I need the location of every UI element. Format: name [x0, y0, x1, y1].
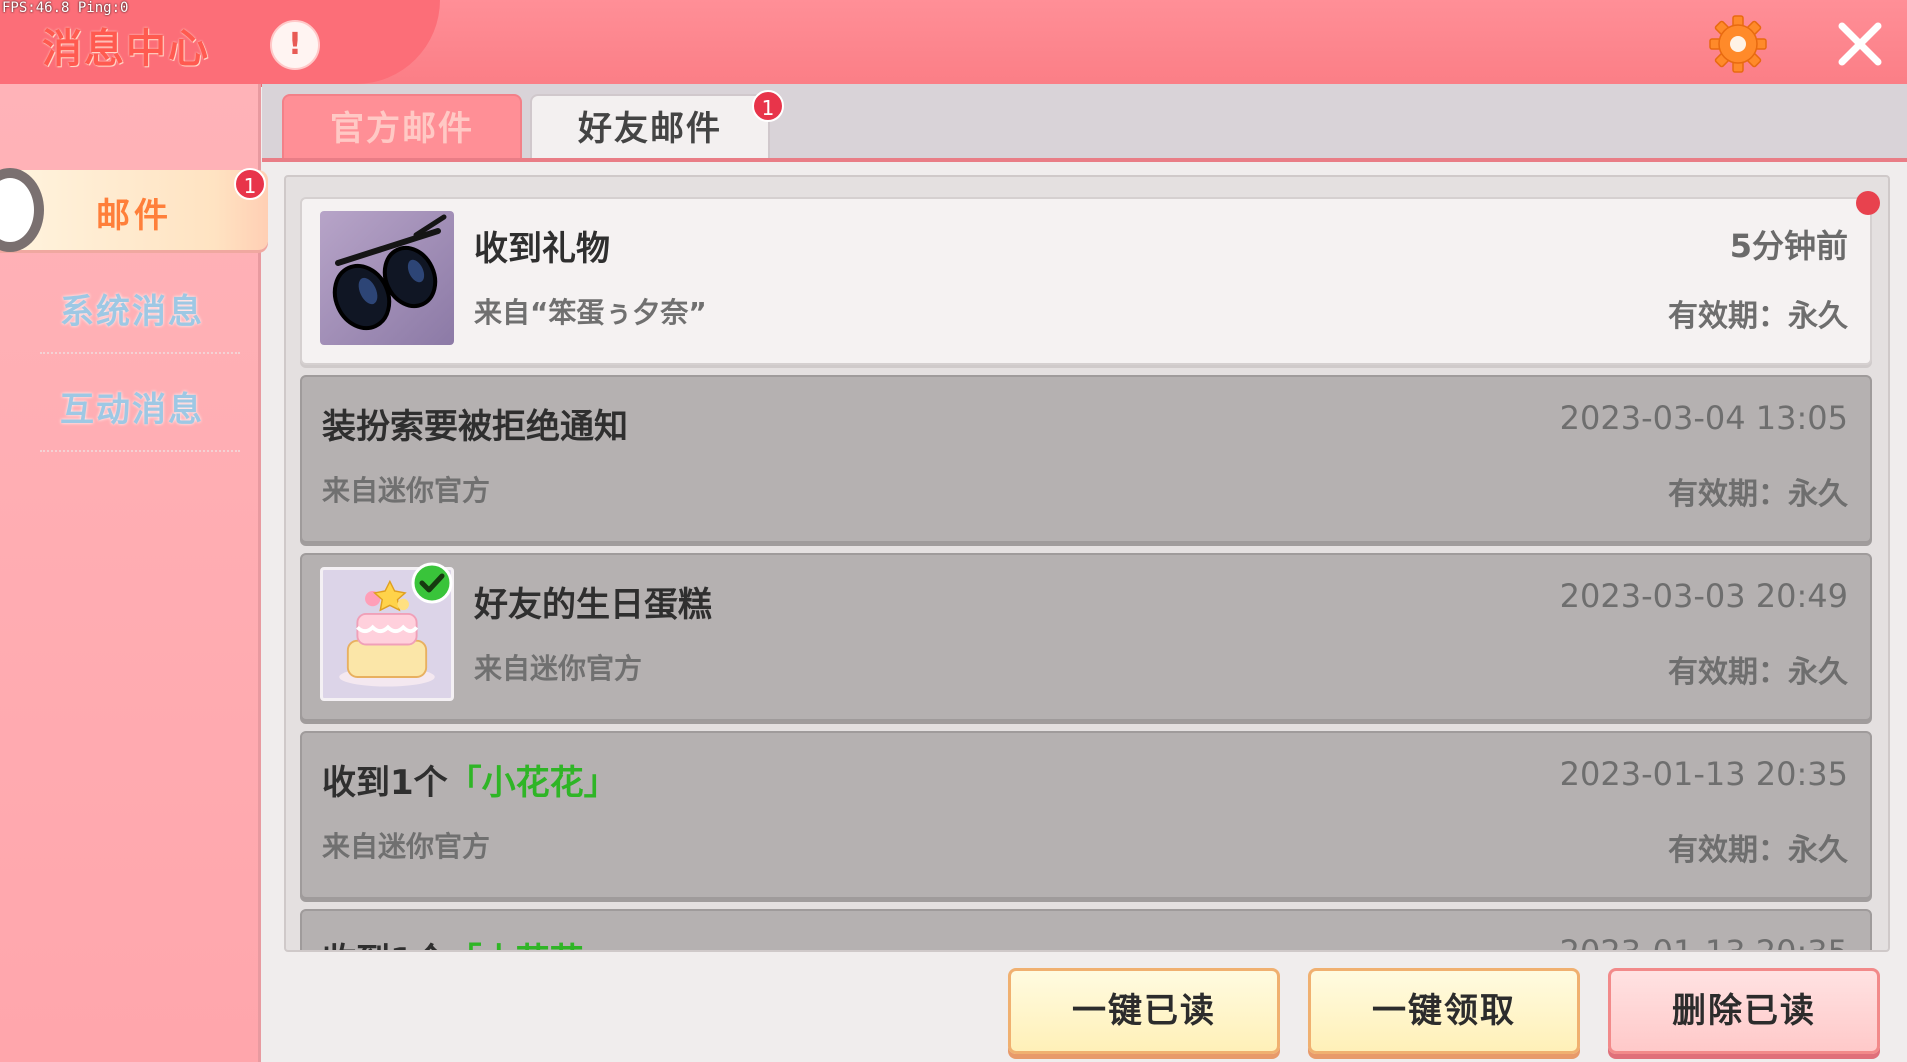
mail-item[interactable]: 收到礼物 来自“笨蛋ぅ夕奈” 5分钟前 有效期：永久 [300, 197, 1872, 365]
sidebar-divider [40, 352, 240, 354]
mail-title: 收到1个「小花花」 [322, 933, 618, 950]
mail-item[interactable]: 好友的生日蛋糕 来自迷你官方 2023-03-03 20:49 有效期：永久 [300, 553, 1872, 721]
mail-time: 2023-01-13 20:35 [1559, 933, 1848, 952]
mail-validity: 有效期：永久 [1668, 477, 1848, 512]
mail-sender: 来自迷你官方 [322, 830, 491, 863]
fps-readout: FPS:46.8 Ping:0 [2, 0, 129, 16]
unread-dot [1856, 191, 1880, 215]
sidebar: 邮件 1 系统消息 互动消息 [0, 84, 268, 1062]
claimed-check-icon [411, 562, 453, 604]
mail-time: 5分钟前 [1729, 227, 1848, 265]
tab-unread-badge: 1 [752, 90, 784, 122]
mail-title-prefix: 收到1个 [322, 941, 448, 950]
sidebar-item-label: 邮件 [96, 196, 172, 236]
mail-validity: 有效期：永久 [1668, 655, 1848, 690]
sunglasses-icon [332, 214, 447, 331]
sidebar-divider [40, 450, 240, 452]
mail-sender: 来自迷你官方 [322, 474, 491, 507]
mail-title-item: 「小花花」 [448, 941, 618, 950]
header-bar: 消息中心 ! [0, 0, 1907, 87]
mail-time: 2023-03-03 20:49 [1559, 577, 1848, 615]
info-icon[interactable]: ! [270, 20, 320, 70]
mail-title: 收到1个「小花花」 [322, 755, 618, 804]
tab-underline [262, 158, 1907, 162]
mail-title: 好友的生日蛋糕 [474, 585, 712, 625]
mail-validity: 有效期：永久 [1668, 833, 1848, 868]
mail-item[interactable]: 收到1个「小花花」 2023-01-13 20:35 [300, 909, 1872, 952]
delete-read-button[interactable]: 删除已读 [1608, 968, 1880, 1054]
mail-sender: 来自“笨蛋ぅ夕奈” [474, 296, 707, 329]
sidebar-unread-badge: 1 [234, 168, 266, 200]
tab-bar: 官方邮件 好友邮件 1 [262, 84, 1907, 162]
page-title: 消息中心 [42, 26, 210, 72]
mail-title-prefix: 收到1个 [322, 763, 448, 803]
mark-all-read-button[interactable]: 一键已读 [1008, 968, 1280, 1054]
mail-time: 2023-03-04 13:05 [1559, 399, 1848, 437]
mail-title: 收到礼物 [474, 229, 610, 269]
mail-validity: 有效期：永久 [1668, 299, 1848, 334]
tab-official-mail[interactable]: 官方邮件 [282, 94, 522, 162]
mail-list[interactable]: 收到礼物 来自“笨蛋ぅ夕奈” 5分钟前 有效期：永久 装扮索要被拒绝通知 来自迷… [284, 175, 1890, 952]
mail-title: 装扮索要被拒绝通知 [322, 407, 628, 447]
tab-friend-mail[interactable]: 好友邮件 [530, 94, 770, 162]
gift-thumbnail [320, 211, 454, 345]
gear-icon[interactable] [1708, 14, 1768, 74]
mail-time: 2023-01-13 20:35 [1559, 755, 1848, 793]
claim-all-button[interactable]: 一键领取 [1308, 968, 1580, 1054]
mail-title-item: 「小花花」 [447, 763, 618, 803]
mail-item[interactable]: 收到1个「小花花」 来自迷你官方 2023-01-13 20:35 有效期：永久 [300, 731, 1872, 899]
mail-item[interactable]: 装扮索要被拒绝通知 来自迷你官方 2023-03-04 13:05 有效期：永久 [300, 375, 1872, 543]
sidebar-item-system-messages[interactable]: 系统消息 [60, 284, 204, 333]
close-icon[interactable] [1834, 18, 1886, 70]
mail-sender: 来自迷你官方 [474, 652, 643, 685]
sidebar-item-interaction-messages[interactable]: 互动消息 [60, 382, 204, 431]
